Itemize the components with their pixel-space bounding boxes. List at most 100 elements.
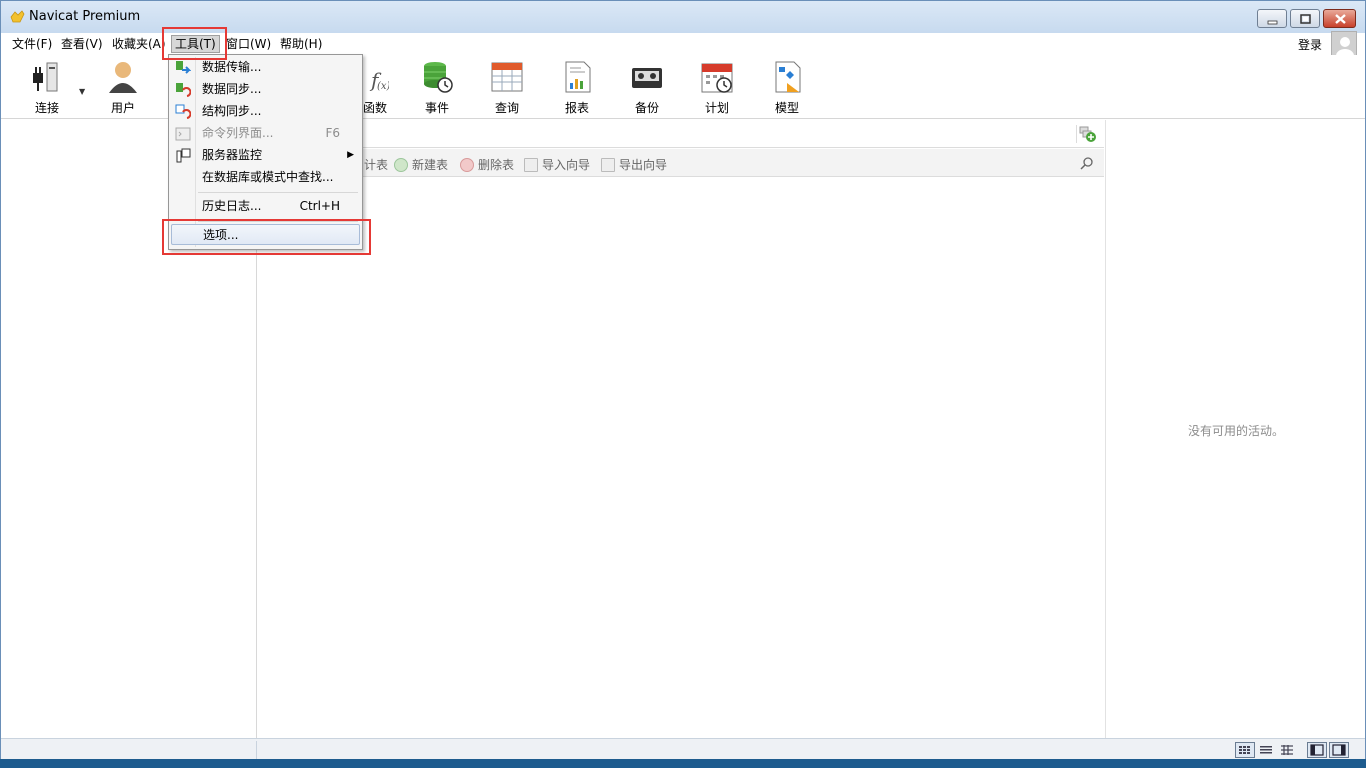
console-icon: [175, 127, 191, 141]
menu-item-server-monitor[interactable]: 服务器监控 ▶: [171, 145, 360, 166]
event-icon: [424, 62, 453, 93]
new-tab-button[interactable]: [1076, 125, 1096, 143]
toolbar-label: 连接: [34, 101, 59, 115]
toolbar-label: 报表: [564, 101, 589, 115]
toolbar-label: 计划: [704, 101, 729, 115]
toolbar-backup[interactable]: 备份: [617, 59, 677, 116]
detail-view-button[interactable]: [1277, 742, 1297, 758]
menu-item-command-line[interactable]: 命令列界面... F6: [171, 123, 360, 144]
export-wizard-label: 导出向导: [619, 158, 668, 172]
toolbar-user[interactable]: 用户: [93, 59, 153, 116]
search-icon[interactable]: [1080, 156, 1094, 170]
menu-item-label: 在数据库或模式中查找...: [202, 170, 334, 184]
login-link[interactable]: 登录: [1298, 36, 1322, 53]
menu-item-label: 历史日志...: [202, 199, 262, 213]
schedule-icon: [701, 63, 733, 93]
menu-item-data-transfer[interactable]: 数据传输...: [171, 57, 360, 78]
menu-view[interactable]: 查看(V): [58, 36, 106, 54]
toolbar-report[interactable]: 报表: [547, 59, 607, 116]
grid-view-icon: [1239, 746, 1250, 754]
menu-window[interactable]: 窗口(W): [223, 36, 274, 54]
toolbar-query[interactable]: 查询: [477, 59, 537, 116]
new-table-label: 新建表: [412, 158, 449, 172]
menu-favorites[interactable]: 收藏夹(A): [109, 36, 169, 54]
export-icon: [601, 158, 615, 172]
toggle-left-pane-button[interactable]: [1307, 742, 1327, 758]
menu-tools[interactable]: 工具(T): [171, 35, 220, 53]
model-icon: [775, 61, 801, 93]
menu-item-label: 命令列界面...: [202, 126, 274, 140]
menu-item-label: 选项...: [203, 228, 239, 242]
navicat-logo-icon: [10, 10, 25, 23]
right-pane-icon: [1332, 744, 1346, 756]
taskbar: [0, 759, 1366, 768]
import-icon: [524, 158, 538, 172]
restore-icon: [1300, 14, 1311, 24]
toggle-right-pane-button[interactable]: [1329, 742, 1349, 758]
toolbar-schedule[interactable]: 计划: [687, 59, 747, 116]
server-monitor-icon: [176, 148, 191, 163]
list-view-icon: [1260, 746, 1272, 754]
menu-item-structure-sync[interactable]: 结构同步...: [171, 101, 360, 122]
menu-item-shortcut: Ctrl+H: [299, 199, 340, 213]
status-bar: [1, 738, 1365, 760]
avatar[interactable]: [1331, 31, 1357, 57]
menu-item-label: 数据传输...: [202, 60, 262, 74]
delete-table-label: 删除表: [478, 158, 515, 172]
user-avatar-icon: [1336, 37, 1354, 56]
add-tab-icon: [1079, 126, 1096, 142]
menu-separator: [198, 221, 358, 222]
svg-text:(x): (x): [377, 81, 389, 92]
activity-pane: 没有可用的活动。: [1105, 120, 1365, 738]
toolbar-label: 用户: [110, 101, 135, 115]
close-button[interactable]: [1323, 9, 1356, 28]
design-table-label: 计表: [364, 158, 389, 172]
report-icon: [565, 61, 591, 93]
menu-help[interactable]: 帮助(H): [277, 36, 325, 54]
submenu-arrow-icon: ▶: [347, 150, 354, 160]
backup-icon: [632, 68, 662, 88]
no-activity-text: 没有可用的活动。: [1187, 424, 1284, 438]
toolbar-label: 备份: [634, 101, 659, 115]
toolbar-model[interactable]: 模型: [757, 59, 817, 116]
minimize-button[interactable]: [1257, 9, 1287, 28]
window-title: Navicat Premium: [29, 9, 141, 24]
menu-file[interactable]: 文件(F): [9, 36, 55, 54]
toolbar-connection[interactable]: 连接: [17, 59, 77, 116]
delete-icon: [460, 158, 474, 172]
add-icon: [394, 158, 408, 172]
delete-table-button[interactable]: 删除表: [460, 156, 514, 173]
new-table-button[interactable]: 新建表: [394, 156, 448, 173]
title-bar: Navicat Premium: [1, 1, 1365, 33]
data-transfer-icon: [176, 61, 191, 74]
import-wizard-label: 导入向导: [542, 158, 591, 172]
menu-item-history-log[interactable]: 历史日志... Ctrl+H: [171, 196, 360, 217]
list-view-button[interactable]: [1256, 742, 1276, 758]
close-icon: [1335, 14, 1346, 24]
menu-item-label: 结构同步...: [202, 104, 262, 118]
import-wizard-button[interactable]: 导入向导: [524, 156, 590, 173]
toolbar-event[interactable]: 事件: [407, 59, 467, 116]
menu-item-find-in-database[interactable]: 在数据库或模式中查找...: [171, 167, 360, 188]
minimize-icon: [1267, 20, 1278, 25]
tab-strip: [258, 120, 1104, 148]
menu-item-label: 服务器监控: [202, 148, 263, 162]
structure-sync-icon: [175, 104, 191, 119]
toolbar-label: 模型: [774, 101, 799, 115]
connection-icon: [33, 62, 58, 92]
detail-view-icon: [1281, 745, 1293, 755]
menu-item-shortcut: F6: [325, 126, 340, 140]
menu-item-options[interactable]: 选项...: [171, 224, 360, 245]
user-icon: [109, 62, 137, 93]
toolbar-label: 事件: [424, 101, 449, 115]
design-table-button[interactable]: 计表: [364, 156, 388, 173]
data-sync-icon: [176, 83, 191, 97]
left-pane-icon: [1310, 744, 1324, 756]
menu-item-data-sync[interactable]: 数据同步...: [171, 79, 360, 100]
tools-menu: 数据传输... 数据同步... 结构同步... 命令列界面... F6 服务器监…: [168, 54, 363, 250]
maximize-button[interactable]: [1290, 9, 1320, 28]
menu-separator: [198, 192, 358, 193]
export-wizard-button[interactable]: 导出向导: [601, 156, 667, 173]
grid-view-button[interactable]: [1235, 742, 1255, 758]
chevron-down-icon[interactable]: ▼: [79, 87, 85, 96]
